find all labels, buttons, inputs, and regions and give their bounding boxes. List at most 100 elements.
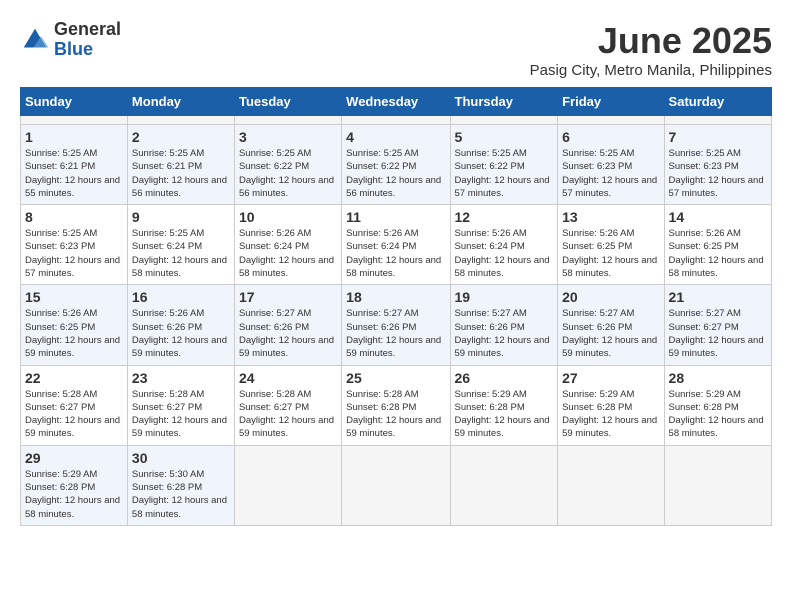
calendar-day-cell xyxy=(450,445,558,525)
calendar-week-row: 29Sunrise: 5:29 AMSunset: 6:28 PMDayligh… xyxy=(21,445,772,525)
calendar-body: 1 Sunrise: 5:25 AMSunset: 6:21 PMDaylight… xyxy=(21,116,772,526)
weekday-header-cell: Thursday xyxy=(450,88,558,116)
day-info: Sunrise: 5:25 AMSunset: 6:23 PMDaylight:… xyxy=(562,147,659,200)
calendar-day-cell: 27 Sunrise: 5:29 AMSunset: 6:28 PMDayligh… xyxy=(558,365,664,445)
day-number: 3 xyxy=(239,129,337,145)
calendar-day-cell: 17 Sunrise: 5:27 AMSunset: 6:26 PMDayligh… xyxy=(234,285,341,365)
calendar-day-cell: 12 Sunrise: 5:26 AMSunset: 6:24 PMDayligh… xyxy=(450,205,558,285)
logo: General Blue xyxy=(20,20,121,60)
day-number: 14 xyxy=(669,209,767,225)
calendar-day-cell xyxy=(127,116,234,125)
calendar-day-cell xyxy=(342,445,450,525)
day-info: Sunrise: 5:28 AMSunset: 6:27 PMDaylight:… xyxy=(132,388,230,441)
day-number: 19 xyxy=(455,289,554,305)
day-info: Sunrise: 5:25 AMSunset: 6:21 PMDaylight:… xyxy=(25,147,123,200)
day-number: 7 xyxy=(669,129,767,145)
calendar-day-cell: 16 Sunrise: 5:26 AMSunset: 6:26 PMDayligh… xyxy=(127,285,234,365)
day-info: Sunrise: 5:26 AMSunset: 6:24 PMDaylight:… xyxy=(346,227,445,280)
day-info: Sunrise: 5:27 AMSunset: 6:27 PMDaylight:… xyxy=(669,307,767,360)
weekday-header: SundayMondayTuesdayWednesdayThursdayFrid… xyxy=(21,88,772,116)
calendar-day-cell xyxy=(664,116,771,125)
calendar-week-row xyxy=(21,116,772,125)
day-number: 23 xyxy=(132,370,230,386)
calendar-day-cell: 29Sunrise: 5:29 AMSunset: 6:28 PMDayligh… xyxy=(21,445,128,525)
calendar-day-cell: 7 Sunrise: 5:25 AMSunset: 6:23 PMDaylight… xyxy=(664,125,771,205)
day-info: Sunrise: 5:27 AMSunset: 6:26 PMDaylight:… xyxy=(239,307,337,360)
day-info: Sunrise: 5:26 AMSunset: 6:25 PMDaylight:… xyxy=(25,307,123,360)
calendar-day-cell xyxy=(234,445,341,525)
day-number: 20 xyxy=(562,289,659,305)
day-info: Sunrise: 5:29 AMSunset: 6:28 PMDaylight:… xyxy=(455,388,554,441)
calendar-day-cell: 10Sunrise: 5:26 AMSunset: 6:24 PMDayligh… xyxy=(234,205,341,285)
calendar-day-cell: 30Sunrise: 5:30 AMSunset: 6:28 PMDayligh… xyxy=(127,445,234,525)
day-number: 2 xyxy=(132,129,230,145)
day-number: 17 xyxy=(239,289,337,305)
calendar-day-cell: 21 Sunrise: 5:27 AMSunset: 6:27 PMDayligh… xyxy=(664,285,771,365)
day-info: Sunrise: 5:26 AMSunset: 6:24 PMDaylight:… xyxy=(239,227,337,280)
calendar-day-cell: 26Sunrise: 5:29 AMSunset: 6:28 PMDayligh… xyxy=(450,365,558,445)
day-number: 9 xyxy=(132,209,230,225)
day-info: Sunrise: 5:28 AMSunset: 6:28 PMDaylight:… xyxy=(346,388,445,441)
day-info: Sunrise: 5:27 AMSunset: 6:26 PMDaylight:… xyxy=(562,307,659,360)
calendar-day-cell: 1 Sunrise: 5:25 AMSunset: 6:21 PMDaylight… xyxy=(21,125,128,205)
day-number: 22 xyxy=(25,370,123,386)
day-number: 28 xyxy=(669,370,767,386)
logo-text: General Blue xyxy=(54,20,121,60)
calendar-day-cell xyxy=(234,116,341,125)
day-number: 12 xyxy=(455,209,554,225)
calendar-day-cell: 8Sunrise: 5:25 AMSunset: 6:23 PMDaylight… xyxy=(21,205,128,285)
calendar-day-cell xyxy=(21,116,128,125)
calendar-day-cell: 6 Sunrise: 5:25 AMSunset: 6:23 PMDaylight… xyxy=(558,125,664,205)
calendar-week-row: 15 Sunrise: 5:26 AMSunset: 6:25 PMDayligh… xyxy=(21,285,772,365)
day-number: 13 xyxy=(562,209,659,225)
calendar-day-cell: 13 Sunrise: 5:26 AMSunset: 6:25 PMDayligh… xyxy=(558,205,664,285)
location-title: Pasig City, Metro Manila, Philippines xyxy=(530,62,772,79)
weekday-header-cell: Monday xyxy=(127,88,234,116)
day-number: 24 xyxy=(239,370,337,386)
day-info: Sunrise: 5:25 AMSunset: 6:23 PMDaylight:… xyxy=(669,147,767,200)
weekday-header-cell: Saturday xyxy=(664,88,771,116)
calendar-day-cell: 18 Sunrise: 5:27 AMSunset: 6:26 PMDayligh… xyxy=(342,285,450,365)
logo-icon xyxy=(20,25,50,55)
day-number: 18 xyxy=(346,289,445,305)
calendar-day-cell xyxy=(450,116,558,125)
day-info: Sunrise: 5:29 AMSunset: 6:28 PMDaylight:… xyxy=(669,388,767,441)
day-info: Sunrise: 5:28 AMSunset: 6:27 PMDaylight:… xyxy=(25,388,123,441)
day-info: Sunrise: 5:26 AMSunset: 6:26 PMDaylight:… xyxy=(132,307,230,360)
calendar-day-cell: 5Sunrise: 5:25 AMSunset: 6:22 PMDaylight… xyxy=(450,125,558,205)
day-info: Sunrise: 5:25 AMSunset: 6:23 PMDaylight:… xyxy=(25,227,123,280)
calendar-week-row: 8Sunrise: 5:25 AMSunset: 6:23 PMDaylight… xyxy=(21,205,772,285)
day-info: Sunrise: 5:28 AMSunset: 6:27 PMDaylight:… xyxy=(239,388,337,441)
day-info: Sunrise: 5:27 AMSunset: 6:26 PMDaylight:… xyxy=(346,307,445,360)
calendar-day-cell xyxy=(342,116,450,125)
calendar-day-cell xyxy=(664,445,771,525)
day-number: 11 xyxy=(346,209,445,225)
weekday-header-cell: Friday xyxy=(558,88,664,116)
day-number: 25 xyxy=(346,370,445,386)
calendar-day-cell xyxy=(558,445,664,525)
calendar-day-cell: 15 Sunrise: 5:26 AMSunset: 6:25 PMDayligh… xyxy=(21,285,128,365)
day-info: Sunrise: 5:29 AMSunset: 6:28 PMDaylight:… xyxy=(562,388,659,441)
day-number: 27 xyxy=(562,370,659,386)
day-info: Sunrise: 5:29 AMSunset: 6:28 PMDaylight:… xyxy=(25,468,123,521)
calendar-day-cell: 22 Sunrise: 5:28 AMSunset: 6:27 PMDayligh… xyxy=(21,365,128,445)
calendar-day-cell: 11 Sunrise: 5:26 AMSunset: 6:24 PMDayligh… xyxy=(342,205,450,285)
day-number: 21 xyxy=(669,289,767,305)
day-info: Sunrise: 5:26 AMSunset: 6:25 PMDaylight:… xyxy=(562,227,659,280)
day-info: Sunrise: 5:26 AMSunset: 6:24 PMDaylight:… xyxy=(455,227,554,280)
day-number: 16 xyxy=(132,289,230,305)
day-number: 15 xyxy=(25,289,123,305)
calendar-table: SundayMondayTuesdayWednesdayThursdayFrid… xyxy=(20,87,772,526)
calendar-day-cell: 24 Sunrise: 5:28 AMSunset: 6:27 PMDayligh… xyxy=(234,365,341,445)
day-info: Sunrise: 5:25 AMSunset: 6:22 PMDaylight:… xyxy=(455,147,554,200)
weekday-header-cell: Sunday xyxy=(21,88,128,116)
day-info: Sunrise: 5:26 AMSunset: 6:25 PMDaylight:… xyxy=(669,227,767,280)
day-number: 6 xyxy=(562,129,659,145)
calendar-day-cell: 3Sunrise: 5:25 AMSunset: 6:22 PMDaylight… xyxy=(234,125,341,205)
month-title: June 2025 xyxy=(530,20,772,62)
calendar-day-cell: 23 Sunrise: 5:28 AMSunset: 6:27 PMDayligh… xyxy=(127,365,234,445)
header: General Blue June 2025 Pasig City, Metro… xyxy=(20,20,772,79)
day-number: 1 xyxy=(25,129,123,145)
calendar-day-cell: 19Sunrise: 5:27 AMSunset: 6:26 PMDayligh… xyxy=(450,285,558,365)
logo-general: General xyxy=(54,20,121,40)
